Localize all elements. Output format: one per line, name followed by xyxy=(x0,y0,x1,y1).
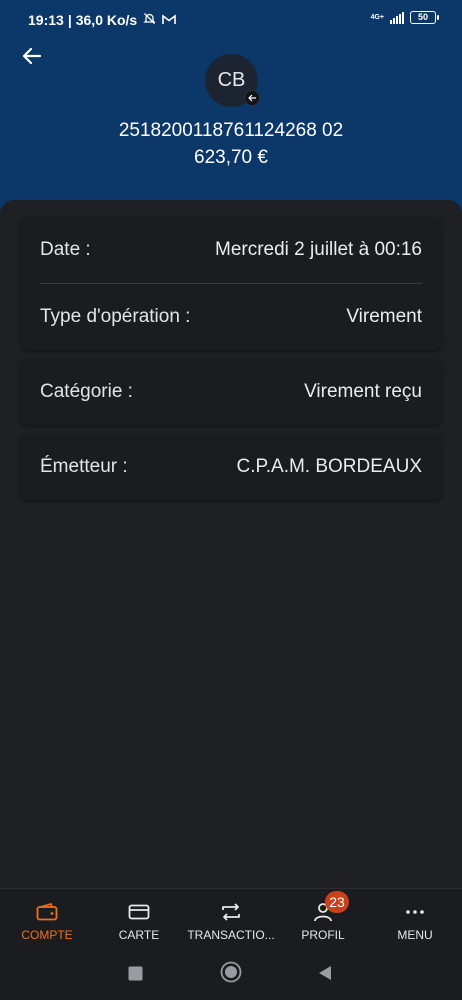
notification-badge: 23 xyxy=(325,891,349,913)
bell-muted-icon xyxy=(143,12,156,28)
date-row: Date : Mercredi 2 juillet à 00:16 xyxy=(20,217,442,283)
gmail-icon xyxy=(162,13,177,28)
incoming-arrow-icon xyxy=(244,90,260,106)
nav-transactions-label: TRANSACTIO... xyxy=(187,928,275,942)
status-time: 19:13 xyxy=(28,12,64,28)
nav-compte-label: COMPTE xyxy=(21,928,73,942)
back-button[interactable] xyxy=(14,40,50,72)
wallet-icon xyxy=(36,903,58,921)
status-speed: 36,0 Ko/s xyxy=(75,12,138,28)
more-dots-icon xyxy=(406,910,424,914)
system-back-button[interactable] xyxy=(318,965,332,986)
card-icon xyxy=(128,904,150,920)
sender-card: Émetteur : C.P.A.M. BORDEAUX xyxy=(20,434,442,500)
category-card[interactable]: Catégorie : Virement reçu xyxy=(20,359,442,425)
nav-carte[interactable]: CARTE xyxy=(93,889,185,951)
category-value: Virement reçu xyxy=(304,381,422,402)
nav-profil[interactable]: 23 PROFIL xyxy=(277,889,369,951)
circle-icon xyxy=(220,961,242,983)
nav-profil-label: PROFIL xyxy=(301,928,345,942)
sender-value: C.P.A.M. BORDEAUX xyxy=(236,456,422,477)
system-nav-bar xyxy=(0,950,462,1000)
signal-icon xyxy=(390,11,404,24)
sender-row: Émetteur : C.P.A.M. BORDEAUX xyxy=(20,434,442,500)
nav-carte-label: CARTE xyxy=(118,928,160,942)
nav-transactions[interactable]: TRANSACTIO... xyxy=(185,889,277,951)
status-bar: 19:13 | 36,0 Ko/s 4G+ 50 xyxy=(0,0,462,40)
recents-button[interactable] xyxy=(128,966,143,986)
date-label: Date : xyxy=(40,239,91,260)
category-label: Catégorie : xyxy=(40,381,133,402)
type-label: Type d'opération : xyxy=(40,306,191,327)
transfer-icon xyxy=(222,903,240,921)
avatar-initials: CB xyxy=(217,69,246,91)
type-row: Type d'opération : Virement xyxy=(20,284,442,350)
nav-menu[interactable]: MENU xyxy=(369,889,461,951)
avatar: CB xyxy=(205,54,260,107)
square-icon xyxy=(128,966,143,981)
sender-label: Émetteur : xyxy=(40,456,128,477)
triangle-back-icon xyxy=(319,966,331,980)
category-row: Catégorie : Virement reçu xyxy=(20,359,442,425)
nav-menu-label: MENU xyxy=(397,928,433,942)
type-value: Virement xyxy=(346,306,422,327)
status-separator: | xyxy=(67,12,72,28)
bottom-nav: COMPTE CARTE TRANSACTIO... 23 PROFIL MEN… xyxy=(0,888,462,950)
transaction-amount: 623,70 € xyxy=(194,147,268,168)
header: 19:13 | 36,0 Ko/s 4G+ 50 CB 251820011876… xyxy=(0,0,462,220)
home-button[interactable] xyxy=(220,961,242,988)
network-type: 4G+ xyxy=(370,14,384,21)
arrow-left-icon xyxy=(22,47,42,65)
date-value: Mercredi 2 juillet à 00:16 xyxy=(215,239,422,260)
details-sheet: Date : Mercredi 2 juillet à 00:16 Type d… xyxy=(0,200,462,890)
account-number: 2518200118761124268 02 xyxy=(118,120,344,141)
nav-compte[interactable]: COMPTE xyxy=(1,889,93,951)
details-card: Date : Mercredi 2 juillet à 00:16 Type d… xyxy=(20,217,442,350)
battery-icon: 50 xyxy=(410,11,439,24)
battery-level: 50 xyxy=(417,12,428,22)
